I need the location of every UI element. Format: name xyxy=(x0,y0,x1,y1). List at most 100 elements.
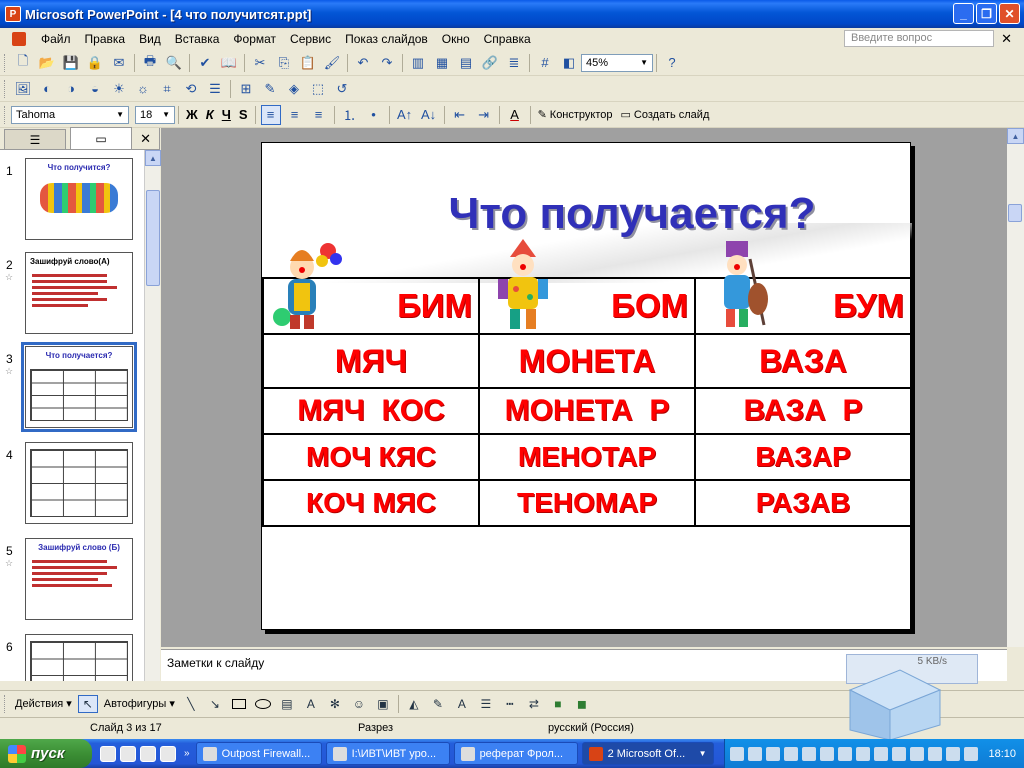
task-outpost[interactable]: Outpost Firewall... xyxy=(195,742,322,765)
tray-icon[interactable] xyxy=(856,746,871,761)
tray-icon[interactable] xyxy=(784,746,799,761)
table-cell[interactable]: ВАЗА xyxy=(694,333,912,389)
quicklaunch-icon[interactable] xyxy=(120,745,136,762)
menu-file[interactable]: Файл xyxy=(34,30,78,48)
font-color-icon[interactable]: A xyxy=(505,105,525,125)
italic-button[interactable]: К xyxy=(202,107,218,122)
tray-icon[interactable] xyxy=(874,746,889,761)
table-cell[interactable]: ТЕНОМАР xyxy=(478,479,696,527)
thumbnails-scrollbar[interactable]: ▲ xyxy=(144,150,161,681)
paste-icon[interactable]: 📋 xyxy=(298,53,318,73)
rectangle-icon[interactable] xyxy=(229,695,249,713)
email-icon[interactable]: ✉ xyxy=(109,53,129,73)
start-button[interactable]: пуск xyxy=(0,739,92,768)
tray-icon[interactable] xyxy=(838,746,853,761)
clipart-icon[interactable]: ☺ xyxy=(349,695,369,713)
font-size-select[interactable]: 18 ▼ xyxy=(135,105,175,124)
close-button[interactable]: ✕ xyxy=(999,3,1020,24)
align-left-icon[interactable]: ≡ xyxy=(260,104,281,125)
table-cell[interactable]: КОЧ МЯС xyxy=(262,479,480,527)
table-cell[interactable]: МОНЕТА Р xyxy=(478,387,696,435)
picture-icon[interactable]: ▣ xyxy=(373,695,393,713)
cut-icon[interactable]: ✂ xyxy=(250,53,270,73)
clock[interactable]: 18:10 xyxy=(988,748,1016,760)
task-word[interactable]: реферат Фрол... xyxy=(453,742,578,765)
quicklaunch-icon[interactable] xyxy=(140,745,156,762)
fill-color-icon[interactable]: ◭ xyxy=(404,695,424,713)
menu-view[interactable]: Вид xyxy=(132,30,168,48)
scrollbar-thumb[interactable] xyxy=(1008,204,1022,222)
color-grayscale-icon[interactable]: ◧ xyxy=(559,53,579,73)
line-color-icon[interactable]: ✎ xyxy=(428,695,448,713)
format-painter-icon[interactable]: 🖌 xyxy=(322,53,342,73)
align-right-icon[interactable]: ≡ xyxy=(309,105,329,125)
tray-icon[interactable] xyxy=(802,746,817,761)
insert-picture-icon[interactable]: 🖼 xyxy=(13,79,33,99)
designer-button[interactable]: ✎ Конструктор xyxy=(534,108,617,122)
table-cell[interactable]: МОЧ КЯС xyxy=(262,433,480,481)
diagram-icon[interactable]: ✻ xyxy=(325,695,345,713)
print-icon[interactable]: 🖶 xyxy=(140,53,160,73)
slide-canvas[interactable]: Что получается? БИМ БОМ БУМ МЯЧ МОНЕТА В… xyxy=(261,142,912,630)
redo-icon[interactable]: ↷ xyxy=(377,53,397,73)
document-icon[interactable] xyxy=(12,32,26,46)
thumbnail-item[interactable]: 5 ☆ Зашифруй слово (Б) xyxy=(0,536,144,626)
brightness-less-icon[interactable]: ☼ xyxy=(133,79,153,99)
reset-picture-icon[interactable]: ↺ xyxy=(332,79,352,99)
align-center-icon[interactable]: ≡ xyxy=(285,105,305,125)
zoom-select[interactable]: 45% ▼ xyxy=(581,53,653,72)
task-explorer[interactable]: I:\ИВТ\ИВТ уро... xyxy=(325,742,450,765)
help-search-input[interactable]: Введите вопрос xyxy=(844,30,994,47)
shadow-icon[interactable]: ■ xyxy=(548,695,568,713)
word-table[interactable]: БИМ БОМ БУМ МЯЧ МОНЕТА ВАЗА МЯЧ КОС МОНЕ… xyxy=(262,239,912,527)
line-icon[interactable]: ╲ xyxy=(181,695,201,713)
copy-icon[interactable]: ⎘ xyxy=(274,53,294,73)
select-pointer-icon[interactable]: ↖ xyxy=(77,694,98,713)
permission-icon[interactable]: 🔒 xyxy=(85,53,105,73)
table-cell[interactable]: МЯЧ xyxy=(262,333,480,389)
brightness-more-icon[interactable]: ☀ xyxy=(109,79,129,99)
table-cell[interactable]: МОНЕТА xyxy=(478,333,696,389)
table-cell[interactable]: ВАЗА Р xyxy=(694,387,912,435)
table-cell[interactable]: РАЗАВ xyxy=(694,479,912,527)
print-preview-icon[interactable]: 🔍 xyxy=(164,53,184,73)
menu-tools[interactable]: Сервис xyxy=(283,30,338,48)
shadow-button[interactable]: S xyxy=(235,107,252,122)
color-icon[interactable]: ◐ xyxy=(37,79,57,99)
numbering-icon[interactable]: ⒈ xyxy=(340,105,360,125)
table-header-cell[interactable]: БУМ xyxy=(694,241,912,335)
quicklaunch-icon[interactable] xyxy=(100,745,116,762)
slide-title[interactable]: Что получается? xyxy=(372,189,892,239)
font-select[interactable]: Tahoma ▼ xyxy=(11,105,129,124)
save-icon[interactable]: 💾 xyxy=(61,53,81,73)
powerpoint-icon[interactable]: P xyxy=(5,6,21,22)
arrow-style-icon[interactable]: ⇄ xyxy=(524,695,544,713)
thumbnail-item[interactable]: 4 xyxy=(0,440,144,530)
bullets-icon[interactable]: • xyxy=(364,105,384,125)
tray-icon[interactable] xyxy=(910,746,925,761)
transparent-icon[interactable]: ⬚ xyxy=(308,79,328,99)
autoshapes-menu[interactable]: Автофигуры ▾ xyxy=(100,697,179,711)
line-style-icon[interactable]: ☰ xyxy=(205,79,225,99)
font-color-icon[interactable]: A xyxy=(452,695,472,713)
underline-button[interactable]: Ч xyxy=(218,107,235,122)
menu-insert[interactable]: Вставка xyxy=(168,30,227,48)
tray-icon[interactable] xyxy=(946,746,961,761)
hyperlink-icon[interactable]: 🔗 xyxy=(480,53,500,73)
slide-scrollbar[interactable]: ▲ xyxy=(1007,128,1024,647)
textbox-icon[interactable]: ▤ xyxy=(277,695,297,713)
bold-button[interactable]: Ж xyxy=(182,107,202,122)
rotate-icon[interactable]: ⟲ xyxy=(181,79,201,99)
new-icon[interactable]: 🗋 xyxy=(13,53,33,73)
scroll-up-icon[interactable]: ▲ xyxy=(1007,128,1024,144)
tray-icon[interactable] xyxy=(820,746,835,761)
increase-indent-icon[interactable]: ⇥ xyxy=(474,105,494,125)
contrast-less-icon[interactable]: ◒ xyxy=(85,79,105,99)
doc-close-icon[interactable]: ✕ xyxy=(1001,31,1012,47)
table-cell[interactable]: ВАЗАР xyxy=(694,433,912,481)
dash-style-icon[interactable]: ┅ xyxy=(500,695,520,713)
chart-icon[interactable]: ▥ xyxy=(408,53,428,73)
task-powerpoint[interactable]: 2 Microsoft Of... ▼ xyxy=(581,742,714,765)
quicklaunch-more-icon[interactable]: » xyxy=(184,748,190,759)
increase-font-icon[interactable]: A↑ xyxy=(395,105,415,125)
